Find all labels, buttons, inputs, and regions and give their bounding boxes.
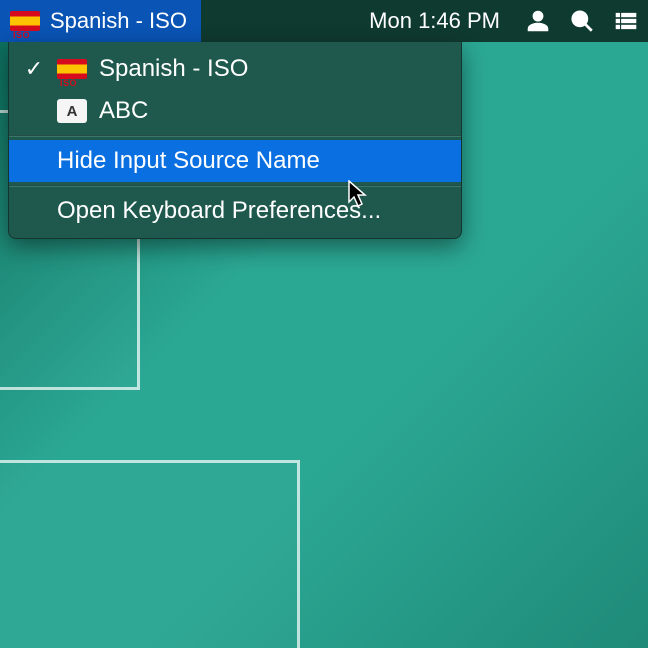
menu-item-open-keyboard-preferences[interactable]: Open Keyboard Preferences...	[9, 190, 461, 232]
menu-item-label: ABC	[99, 97, 148, 125]
search-icon[interactable]	[560, 0, 604, 42]
checkmark-icon: ✓	[23, 58, 45, 80]
menu-item-label: Hide Input Source Name	[57, 147, 320, 175]
menu-separator	[9, 185, 461, 187]
menu-item-spanish-iso[interactable]: ✓ Spanish - ISO	[9, 48, 461, 90]
menu-separator	[9, 135, 461, 137]
menu-bar-clock[interactable]: Mon 1:46 PM	[353, 8, 516, 34]
menu-item-hide-input-source-name[interactable]: Hide Input Source Name	[9, 140, 461, 182]
spain-flag-icon	[57, 59, 87, 79]
list-icon[interactable]	[604, 0, 648, 42]
input-source-menu-button[interactable]: Spanish - ISO	[0, 0, 201, 42]
desktop-decoration	[0, 460, 300, 648]
user-icon[interactable]	[516, 0, 560, 42]
abc-icon: A	[57, 99, 87, 123]
input-source-label: Spanish - ISO	[50, 8, 187, 34]
menu-item-abc[interactable]: A ABC	[9, 90, 461, 132]
menu-bar: Spanish - ISO Mon 1:46 PM	[0, 0, 648, 42]
spain-flag-icon	[10, 11, 40, 31]
menu-item-label: Open Keyboard Preferences...	[57, 197, 381, 225]
menu-item-label: Spanish - ISO	[99, 55, 248, 83]
input-source-dropdown: ✓ Spanish - ISO A ABC Hide Input Source …	[8, 42, 462, 239]
